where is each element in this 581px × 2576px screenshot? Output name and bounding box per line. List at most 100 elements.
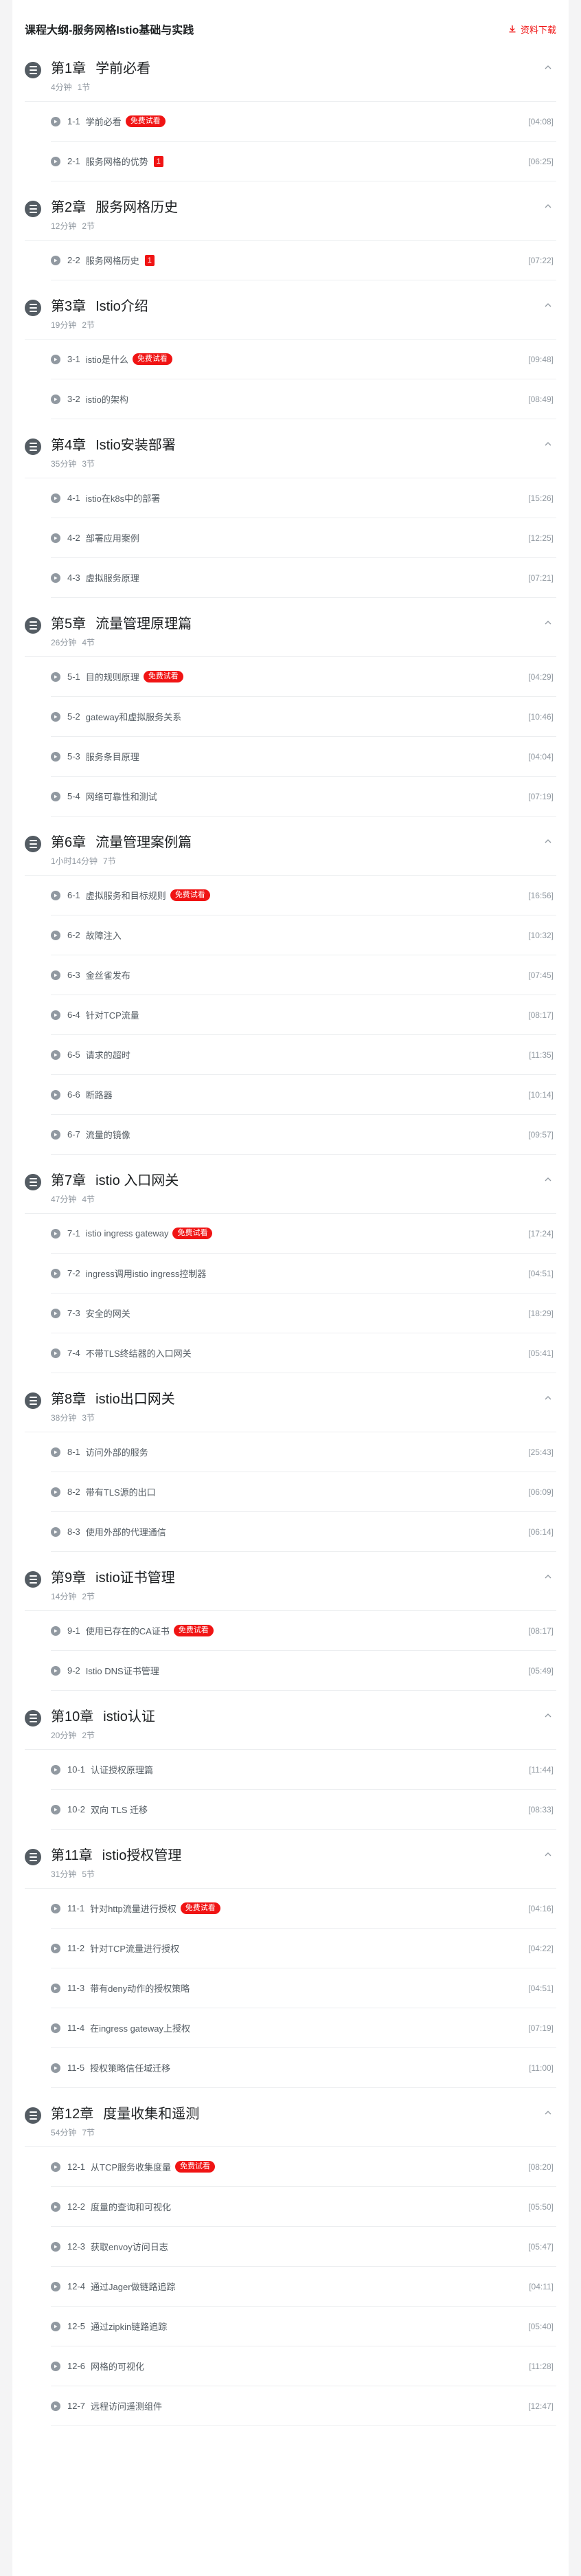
lesson-item[interactable]: 7-1 istio ingress gateway 免费试看 [17:24]	[51, 1214, 556, 1254]
chevron-up-icon[interactable]	[544, 301, 552, 309]
chapter-header[interactable]: 第8章 istio出口网关 38分钟 3节	[25, 1381, 556, 1432]
lesson-item[interactable]: 1-1 学前必看 免费试看 [04:08]	[51, 102, 556, 142]
chapter-duration: 1小时14分钟	[51, 856, 98, 866]
chevron-up-icon[interactable]	[544, 63, 552, 71]
chapter-text: 第4章 Istio安装部署 35分钟 3节	[51, 436, 176, 469]
lesson-item[interactable]: 6-6 断路器 [10:14]	[51, 1075, 556, 1115]
chapter-header[interactable]: 第5章 流量管理原理篇 26分钟 4节	[25, 606, 556, 657]
lesson-item[interactable]: 8-2 带有TLS源的出口 [06:09]	[51, 1472, 556, 1512]
lesson-title: 度量的查询和可视化	[91, 2202, 172, 2212]
lesson-title: istio的架构	[85, 395, 128, 405]
chevron-up-icon[interactable]	[544, 1711, 552, 1720]
play-icon	[51, 255, 60, 265]
chapter-list-icon	[25, 438, 41, 455]
lesson-item[interactable]: 11-2 针对TCP流量进行授权 [04:22]	[51, 1929, 556, 1968]
lesson-item[interactable]: 11-4 在ingress gateway上授权 [07:19]	[51, 2008, 556, 2048]
lesson-item[interactable]: 12-1 从TCP服务收集度量 免费试看 [08:20]	[51, 2147, 556, 2187]
chapter-meta: 4分钟 1节	[51, 81, 150, 93]
lesson-title: 不带TLS终结器的入口网关	[85, 1348, 192, 1359]
lesson-duration: [17:24]	[528, 1228, 554, 1239]
play-icon	[51, 1804, 60, 1814]
chevron-up-icon[interactable]	[544, 1850, 552, 1858]
chapter-header[interactable]: 第6章 流量管理案例篇 1小时14分钟 7节	[25, 825, 556, 876]
lesson-number: 12-5	[67, 2321, 86, 2331]
lesson-item[interactable]: 12-4 通过Jager做链路追踪 [04:11]	[51, 2267, 556, 2307]
chapter-header[interactable]: 第11章 istio授权管理 31分钟 5节	[25, 1838, 556, 1889]
lesson-item[interactable]: 12-3 获取envoy访问日志 [05:47]	[51, 2227, 556, 2267]
lesson-item[interactable]: 5-1 目的规则原理 免费试看 [04:29]	[51, 657, 556, 697]
lesson-item[interactable]: 5-2 gateway和虚拟服务关系 [10:46]	[51, 697, 556, 737]
lesson-item[interactable]: 11-3 带有deny动作的授权策略 [04:51]	[51, 1968, 556, 2008]
chapter-header[interactable]: 第12章 度量收集和遥测 54分钟 7节	[25, 2096, 556, 2147]
lesson-item[interactable]: 8-3 使用外部的代理通信 [06:14]	[51, 1512, 556, 1552]
chevron-up-icon[interactable]	[544, 202, 552, 210]
chapter-name: 流量管理案例篇	[95, 835, 192, 850]
lesson-item[interactable]: 6-1 虚拟服务和目标规则 免费试看 [16:56]	[51, 876, 556, 915]
play-icon	[51, 1943, 60, 1953]
lesson-item[interactable]: 8-1 访问外部的服务 [25:43]	[51, 1432, 556, 1472]
lesson-duration: [25:43]	[528, 1447, 554, 1457]
lesson-title: 授权策略信任域迁移	[90, 2063, 171, 2074]
lesson-item[interactable]: 12-5 通过zipkin链路追踪 [05:40]	[51, 2307, 556, 2346]
lesson-item[interactable]: 12-7 远程访问遥测组件 [12:47]	[51, 2386, 556, 2426]
chapter-title: 第9章 istio证书管理	[51, 1568, 175, 1588]
chapter-header[interactable]: 第2章 服务网格历史 12分钟 2节	[25, 190, 556, 241]
lesson-item[interactable]: 6-7 流量的镜像 [09:57]	[51, 1115, 556, 1155]
chapter-lesson-count: 7节	[103, 856, 116, 866]
chapter-duration: 20分钟	[51, 1731, 77, 1740]
lesson-item[interactable]: 11-5 授权策略信任域迁移 [11:00]	[51, 2048, 556, 2088]
chevron-up-icon[interactable]	[544, 1573, 552, 1581]
lesson-item[interactable]: 3-1 istio是什么 免费试看 [09:48]	[51, 340, 556, 379]
lesson-item[interactable]: 10-2 双向 TLS 迁移 [08:33]	[51, 1790, 556, 1830]
lesson-title: 认证授权原理篇	[91, 1765, 154, 1775]
lesson-item[interactable]: 7-2 ingress调用istio ingress控制器 [04:51]	[51, 1254, 556, 1293]
chevron-up-icon[interactable]	[544, 837, 552, 845]
lesson-item[interactable]: 11-1 针对http流量进行授权 免费试看 [04:16]	[51, 1889, 556, 1929]
chapter-header[interactable]: 第4章 Istio安装部署 35分钟 3节	[25, 428, 556, 478]
lesson-number: 6-3	[67, 970, 80, 980]
lesson-list: 9-1 使用已存在的CA证书 免费试看 [08:17] 9-2 Istio DN…	[25, 1611, 556, 1691]
play-icon	[51, 1983, 60, 1993]
chapter-lesson-count: 2节	[82, 1592, 95, 1601]
lesson-item[interactable]: 4-3 虚拟服务原理 [07:21]	[51, 558, 556, 598]
play-icon	[51, 394, 60, 404]
lesson-item[interactable]: 4-1 istio在k8s中的部署 [15:26]	[51, 478, 556, 518]
download-materials-button[interactable]: 资料下载	[508, 23, 556, 36]
chevron-up-icon[interactable]	[544, 2109, 552, 2117]
chevron-up-icon[interactable]	[544, 1175, 552, 1184]
lesson-item[interactable]: 6-4 针对TCP流量 [08:17]	[51, 995, 556, 1035]
lesson-item[interactable]: 6-3 金丝雀发布 [07:45]	[51, 955, 556, 995]
chapter-section: 第9章 istio证书管理 14分钟 2节 9-1 使用已存在的CA证书 免费试看	[25, 1560, 556, 1691]
chevron-up-icon[interactable]	[544, 440, 552, 448]
play-icon	[51, 1447, 60, 1457]
lesson-item[interactable]: 7-4 不带TLS终结器的入口网关 [05:41]	[51, 1333, 556, 1373]
lesson-item[interactable]: 7-3 安全的网关 [18:29]	[51, 1293, 556, 1333]
chapter-meta: 35分钟 3节	[51, 458, 176, 469]
lesson-item[interactable]: 2-1 服务网格的优势 1 [06:25]	[51, 142, 556, 181]
lesson-item[interactable]: 6-5 请求的超时 [11:35]	[51, 1035, 556, 1075]
lesson-number: 11-1	[67, 1903, 85, 1913]
lesson-item[interactable]: 9-2 Istio DNS证书管理 [05:49]	[51, 1651, 556, 1691]
chapter-header[interactable]: 第9章 istio证书管理 14分钟 2节	[25, 1560, 556, 1611]
chevron-up-icon[interactable]	[544, 1394, 552, 1402]
chapter-header[interactable]: 第7章 istio 入口网关 47分钟 4节	[25, 1163, 556, 1214]
lesson-item[interactable]: 4-2 部署应用案例 [12:25]	[51, 518, 556, 558]
lesson-number: 7-3	[67, 1308, 80, 1318]
play-icon	[51, 1089, 60, 1100]
lesson-item[interactable]: 12-2 度量的查询和可视化 [05:50]	[51, 2187, 556, 2227]
lesson-item[interactable]: 3-2 istio的架构 [08:49]	[51, 379, 556, 419]
chapter-title: 第3章 Istio介绍	[51, 297, 148, 316]
lesson-item[interactable]: 6-2 故障注入 [10:32]	[51, 915, 556, 955]
chevron-up-icon[interactable]	[544, 619, 552, 627]
lesson-item[interactable]: 12-6 网格的可视化 [11:28]	[51, 2346, 556, 2386]
chapter-header[interactable]: 第1章 学前必看 4分钟 1节	[25, 51, 556, 102]
lesson-item[interactable]: 5-3 服务条目原理 [04:04]	[51, 737, 556, 777]
chapter-header[interactable]: 第3章 Istio介绍 19分钟 2节	[25, 289, 556, 340]
chapter-text: 第12章 度量收集和遥测 54分钟 7节	[51, 2105, 199, 2138]
lesson-item[interactable]: 10-1 认证授权原理篇 [11:44]	[51, 1750, 556, 1790]
lesson-item[interactable]: 9-1 使用已存在的CA证书 免费试看 [08:17]	[51, 1611, 556, 1651]
lesson-item[interactable]: 5-4 网络可靠性和测试 [07:19]	[51, 777, 556, 817]
lesson-item[interactable]: 2-2 服务网格历史 1 [07:22]	[51, 241, 556, 280]
lesson-list: 3-1 istio是什么 免费试看 [09:48] 3-2 istio的架构 […	[25, 340, 556, 419]
chapter-header[interactable]: 第10章 istio认证 20分钟 2节	[25, 1699, 556, 1750]
